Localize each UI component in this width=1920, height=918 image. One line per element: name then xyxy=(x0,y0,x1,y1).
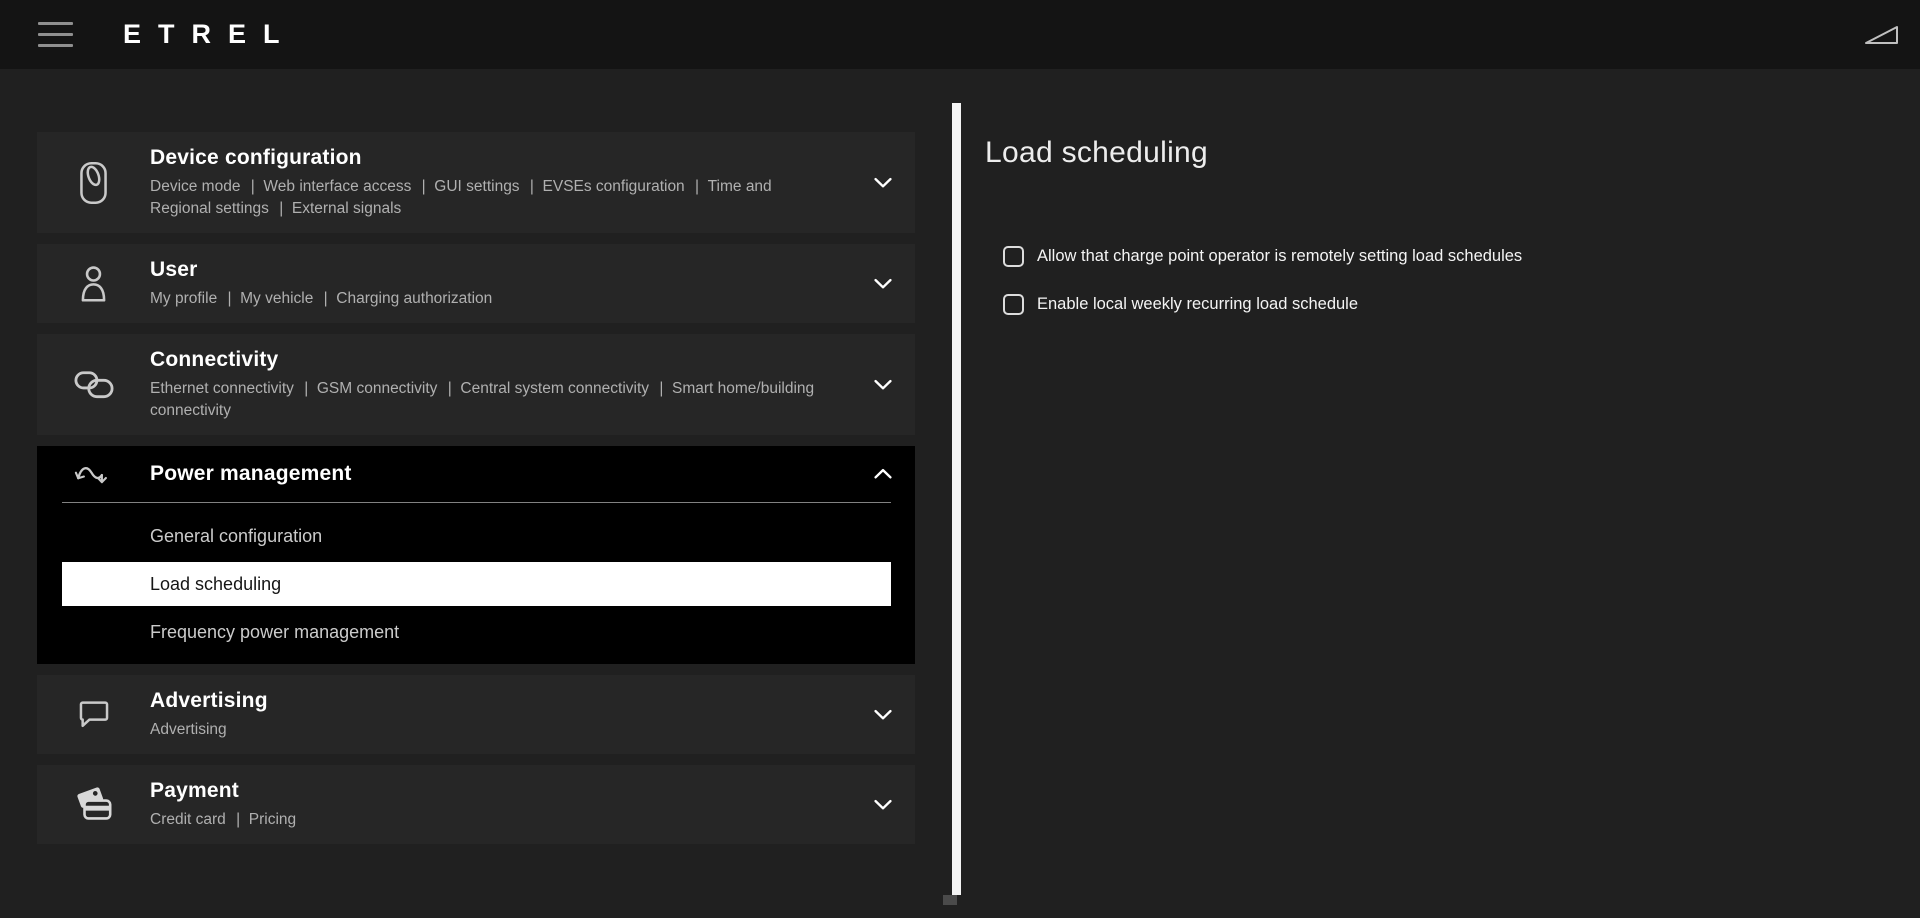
section-title-device-configuration: Device configuration xyxy=(150,145,833,171)
section-icon-col xyxy=(37,698,150,731)
section-icon-col xyxy=(37,160,150,206)
sublink-pricing[interactable]: | Pricing xyxy=(236,811,296,828)
section-content: Advertising Advertising xyxy=(150,688,915,741)
section-icon-col xyxy=(37,263,150,304)
sublink-my-profile[interactable]: My profile xyxy=(150,290,217,307)
app-root: { "topbar": { "brand": "ETREL", "icons":… xyxy=(0,0,1920,918)
sublink-gsm-connectivity[interactable]: | GSM connectivity xyxy=(304,380,437,397)
sublink-advertising[interactable]: Advertising xyxy=(150,721,227,738)
signal-triangle-icon[interactable] xyxy=(1864,24,1900,46)
sublink-credit-card[interactable]: Credit card xyxy=(150,811,226,828)
user-icon xyxy=(79,263,108,304)
chevron-down-icon[interactable] xyxy=(874,278,892,289)
section-power-management: Power management General configurationLoa… xyxy=(37,446,915,664)
sublink-my-vehicle[interactable]: | My vehicle xyxy=(228,290,314,307)
sublink-external-signals[interactable]: | External signals xyxy=(279,200,401,217)
sublink-web-interface-access[interactable]: | Web interface access xyxy=(251,178,412,195)
checkbox-row-enable-local-weekly-recurring-load-sched[interactable]: Enable local weekly recurring load sched… xyxy=(1003,294,1865,315)
page-title: Load scheduling xyxy=(985,134,1865,172)
section-content: Payment Credit card | Pricing xyxy=(150,778,915,831)
link-icon xyxy=(73,368,115,402)
scrollbar-corner xyxy=(943,895,957,905)
sublink-evses-configuration[interactable]: | EVSEs configuration xyxy=(530,178,685,195)
checkbox-label: Enable local weekly recurring load sched… xyxy=(1037,295,1358,314)
chevron-up-icon[interactable] xyxy=(874,469,892,480)
section-header-payment[interactable]: Payment Credit card | Pricing xyxy=(37,765,915,844)
sublink-gui-settings[interactable]: | GUI settings xyxy=(422,178,520,195)
section-icon-col xyxy=(37,786,150,823)
sublink-central-system-connectivity[interactable]: | Central system connectivity xyxy=(448,380,649,397)
sublink-ethernet-connectivity[interactable]: Ethernet connectivity xyxy=(150,380,294,397)
checkbox-row-allow-that-charge-point-operator-is-remo[interactable]: Allow that charge point operator is remo… xyxy=(1003,246,1865,267)
checkbox-list: Allow that charge point operator is remo… xyxy=(1003,246,1865,315)
section-title-user: User xyxy=(150,257,833,283)
chevron-down-icon[interactable] xyxy=(874,379,892,390)
chevron-down-icon[interactable] xyxy=(874,709,892,720)
section-device-configuration: Device configuration Device mode | Web in… xyxy=(37,132,915,233)
section-title-power-management: Power management xyxy=(150,461,833,487)
section-advertising: Advertising Advertising xyxy=(37,675,915,754)
vertical-scrollbar-thumb[interactable] xyxy=(952,103,961,895)
section-header-advertising[interactable]: Advertising Advertising xyxy=(37,675,915,754)
section-content: Connectivity Ethernet connectivity | GSM … xyxy=(150,347,915,422)
section-content: User My profile | My vehicle | Charging a… xyxy=(150,257,915,310)
section-content: Device configuration Device mode | Web in… xyxy=(150,145,915,220)
content-panel: Load scheduling Allow that charge point … xyxy=(985,134,1865,342)
chevron-down-icon[interactable] xyxy=(874,799,892,810)
section-sublinks: Ethernet connectivity | GSM connectivity… xyxy=(150,378,833,422)
chevron-down-icon[interactable] xyxy=(874,177,892,188)
topbar: ETREL xyxy=(0,0,1920,69)
section-connectivity: Connectivity Ethernet connectivity | GSM … xyxy=(37,334,915,435)
section-header-connectivity[interactable]: Connectivity Ethernet connectivity | GSM … xyxy=(37,334,915,435)
section-icon-col xyxy=(37,368,150,402)
section-payment: Payment Credit card | Pricing xyxy=(37,765,915,844)
section-header-power-management[interactable]: Power management xyxy=(37,446,915,502)
section-header-user[interactable]: User My profile | My vehicle | Charging a… xyxy=(37,244,915,323)
section-sublinks: Device mode | Web interface access | GUI… xyxy=(150,176,833,220)
settings-accordion: Device configuration Device mode | Web in… xyxy=(37,132,915,855)
section-submenu: General configurationLoad schedulingFreq… xyxy=(37,503,915,664)
sublink-charging-authorization[interactable]: | Charging authorization xyxy=(324,290,493,307)
section-user: User My profile | My vehicle | Charging a… xyxy=(37,244,915,323)
menu-item-load-scheduling[interactable]: Load scheduling xyxy=(62,562,891,606)
section-sublinks: Credit card | Pricing xyxy=(150,809,833,831)
checkbox-label: Allow that charge point operator is remo… xyxy=(1037,247,1522,266)
menu-item-frequency-power-management[interactable]: Frequency power management xyxy=(62,610,891,654)
section-content: Power management xyxy=(150,461,915,487)
checkbox[interactable] xyxy=(1003,294,1024,315)
menu-item-general-configuration[interactable]: General configuration xyxy=(62,514,891,558)
section-sublinks: My profile | My vehicle | Charging autho… xyxy=(150,288,833,310)
section-sublinks: Advertising xyxy=(150,719,833,741)
brand-logo: ETREL xyxy=(123,19,297,50)
speech-bubble-icon xyxy=(77,698,111,731)
checkbox[interactable] xyxy=(1003,246,1024,267)
section-title-payment: Payment xyxy=(150,778,833,804)
wave-icon xyxy=(74,460,114,488)
section-title-advertising: Advertising xyxy=(150,688,833,714)
section-icon-col xyxy=(37,460,150,488)
device-icon xyxy=(77,160,110,206)
sublink-device-mode[interactable]: Device mode xyxy=(150,178,240,195)
section-header-device-configuration[interactable]: Device configuration Device mode | Web in… xyxy=(37,132,915,233)
section-title-connectivity: Connectivity xyxy=(150,347,833,373)
hamburger-menu-icon[interactable] xyxy=(38,22,73,47)
credit-card-icon xyxy=(75,786,113,823)
